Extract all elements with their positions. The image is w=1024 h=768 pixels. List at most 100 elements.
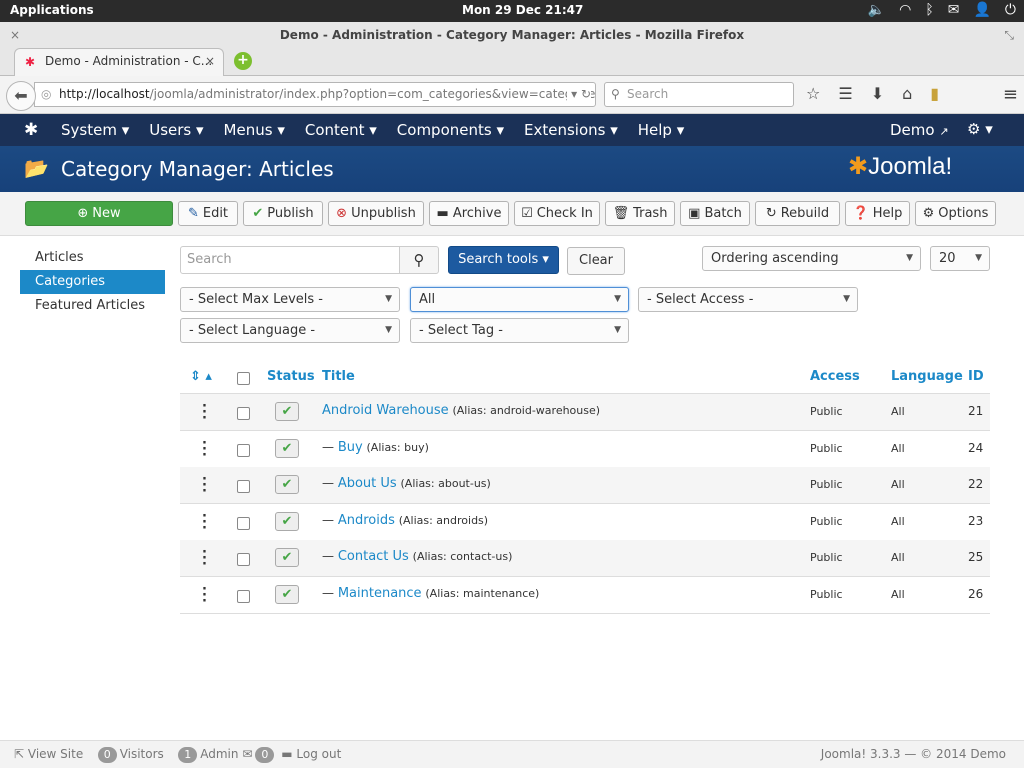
mail-icon[interactable]: ✉ (948, 2, 960, 18)
back-button[interactable]: ⬅ (6, 81, 36, 111)
edit-button[interactable]: ✎ Edit (178, 201, 238, 226)
menu-components[interactable]: Components ▾ (397, 121, 504, 139)
published-check-icon[interactable]: ✔ (275, 585, 299, 604)
hamburger-menu-icon[interactable]: ≡ (1003, 84, 1018, 105)
browser-tab[interactable]: ✱ Demo - Administration - C... × (14, 48, 224, 76)
category-link[interactable]: About Us (338, 476, 397, 491)
page-title: Category Manager: Articles (61, 157, 334, 181)
logout-link[interactable]: ▬ Log out (281, 747, 341, 761)
address-bar[interactable]: ◎ http://localhost/joomla/administrator/i… (34, 82, 596, 107)
max-levels-select[interactable]: - Select Max Levels - ▼ (180, 287, 400, 312)
joomla-logo-icon[interactable]: ✱ (24, 120, 38, 140)
published-check-icon[interactable]: ✔ (275, 475, 299, 494)
view-site-link[interactable]: ⇱ View Site (14, 747, 83, 761)
table-row: · · · ✔ — Androids (Alias: androids) Publi… (180, 504, 990, 541)
applications-menu[interactable]: Applications (10, 3, 94, 17)
drag-handle-icon[interactable]: · · · (202, 583, 207, 608)
row-checkbox[interactable] (237, 517, 250, 530)
filter-search-input[interactable]: Search (180, 246, 400, 274)
bluetooth-icon[interactable]: ᛒ (925, 2, 933, 18)
limit-select[interactable]: 20 ▼ (930, 246, 990, 271)
drag-handle-icon[interactable]: · · · (202, 546, 207, 571)
menu-help[interactable]: Help ▾ (638, 121, 685, 139)
menu-extensions[interactable]: Extensions ▾ (524, 121, 618, 139)
category-link[interactable]: Maintenance (338, 586, 422, 601)
user-icon[interactable]: 👤 (973, 2, 990, 18)
sidebar-item-articles[interactable]: Articles (20, 246, 165, 270)
browser-search-field[interactable]: ⚲ Search (604, 82, 794, 107)
window-restore-icon[interactable]: ⤡ (1004, 22, 1014, 49)
column-language[interactable]: Language (891, 369, 963, 384)
filter-search-button[interactable]: ⚲ (399, 246, 439, 274)
row-checkbox[interactable] (237, 590, 250, 603)
home-icon[interactable]: ⌂ (902, 84, 912, 103)
menu-menus[interactable]: Menus ▾ (224, 121, 285, 139)
column-access[interactable]: Access (810, 369, 860, 384)
rebuild-button[interactable]: ↻ Rebuild (755, 201, 840, 226)
category-link[interactable]: Android Warehouse (322, 403, 449, 418)
search-tools-button[interactable]: Search tools ▾ (448, 246, 559, 274)
help-button[interactable]: ❓ Help (845, 201, 910, 226)
drag-handle-icon[interactable]: · · · (202, 510, 207, 535)
clear-button[interactable]: Clear (567, 247, 625, 275)
tab-close-icon[interactable]: × (205, 49, 215, 74)
ordering-select[interactable]: Ordering ascending ▼ (702, 246, 921, 271)
trash-button[interactable]: 🗑 Trash (605, 201, 675, 226)
site-link[interactable]: Demo ↗ (890, 121, 949, 139)
archive-button[interactable]: ▬ Archive (429, 201, 509, 226)
wifi-icon[interactable]: ◠ (899, 2, 911, 18)
published-check-icon[interactable]: ✔ (275, 512, 299, 531)
drag-handle-icon[interactable]: · · · (202, 400, 207, 425)
reading-list-icon[interactable]: ☰ (838, 84, 852, 103)
url-controls: ▾ ↻ (567, 83, 591, 106)
batch-button[interactable]: ▣ Batch (680, 201, 750, 226)
bookmark-star-icon[interactable]: ☆ (806, 84, 820, 103)
category-link[interactable]: Buy (338, 440, 363, 455)
sort-ordering-icon[interactable]: ⇕ ▴ (190, 369, 212, 384)
options-button[interactable]: ⚙ Options (915, 201, 996, 226)
sidebar-item-featured-articles[interactable]: Featured Articles (20, 294, 165, 318)
menu-system[interactable]: System ▾ (61, 121, 129, 139)
category-link[interactable]: Contact Us (338, 549, 409, 564)
user-menu-gear-icon[interactable]: ⚙ ▾ (967, 120, 993, 138)
clock[interactable]: Mon 29 Dec 21:47 (462, 3, 583, 17)
new-button[interactable]: ⊕ New (25, 201, 173, 226)
publish-button[interactable]: ✔ Publish (243, 201, 323, 226)
window-close-icon[interactable]: × (10, 22, 20, 49)
row-checkbox[interactable] (237, 407, 250, 420)
pocket-icon[interactable]: ▮ (930, 84, 939, 103)
drag-handle-icon[interactable]: · · · (202, 473, 207, 498)
messages-badge[interactable]: 0 (255, 747, 275, 763)
browser-toolbar-icons: ☆ ☰ ⬇ ⌂ ▮ (806, 84, 939, 103)
state-select[interactable]: All ▼ (410, 287, 629, 312)
menu-users[interactable]: Users ▾ (149, 121, 203, 139)
access-select[interactable]: - Select Access - ▼ (638, 287, 858, 312)
new-tab-button[interactable]: + (234, 52, 252, 70)
tag-select[interactable]: - Select Tag - ▼ (410, 318, 629, 343)
sidebar-item-categories[interactable]: Categories (20, 270, 165, 294)
published-check-icon[interactable]: ✔ (275, 439, 299, 458)
row-prefix: — (322, 513, 338, 527)
unpublish-button[interactable]: ⊗ Unpublish (328, 201, 424, 226)
volume-icon[interactable]: 🔈 (868, 2, 885, 18)
language-select[interactable]: - Select Language - ▼ (180, 318, 400, 343)
url-path: /joomla/administrator/index.php?option=c… (149, 87, 596, 101)
download-icon[interactable]: ⬇ (871, 84, 884, 103)
power-icon[interactable]: ⏻ (1005, 2, 1016, 18)
column-title[interactable]: Title (322, 369, 355, 384)
column-status[interactable]: Status (267, 369, 315, 384)
dropdown-icon[interactable]: ▾ (571, 87, 577, 101)
published-check-icon[interactable]: ✔ (275, 402, 299, 421)
checkin-button[interactable]: ☑ Check In (514, 201, 600, 226)
published-check-icon[interactable]: ✔ (275, 548, 299, 567)
reload-icon[interactable]: ↻ (581, 87, 591, 101)
row-checkbox[interactable] (237, 480, 250, 493)
column-id[interactable]: ID (968, 369, 984, 384)
menu-content[interactable]: Content ▾ (305, 121, 377, 139)
view-site-label: View Site (27, 747, 84, 761)
row-checkbox[interactable] (237, 553, 250, 566)
select-all-checkbox[interactable] (237, 372, 250, 385)
drag-handle-icon[interactable]: · · · (202, 437, 207, 462)
category-link[interactable]: Androids (338, 513, 395, 528)
row-checkbox[interactable] (237, 444, 250, 457)
